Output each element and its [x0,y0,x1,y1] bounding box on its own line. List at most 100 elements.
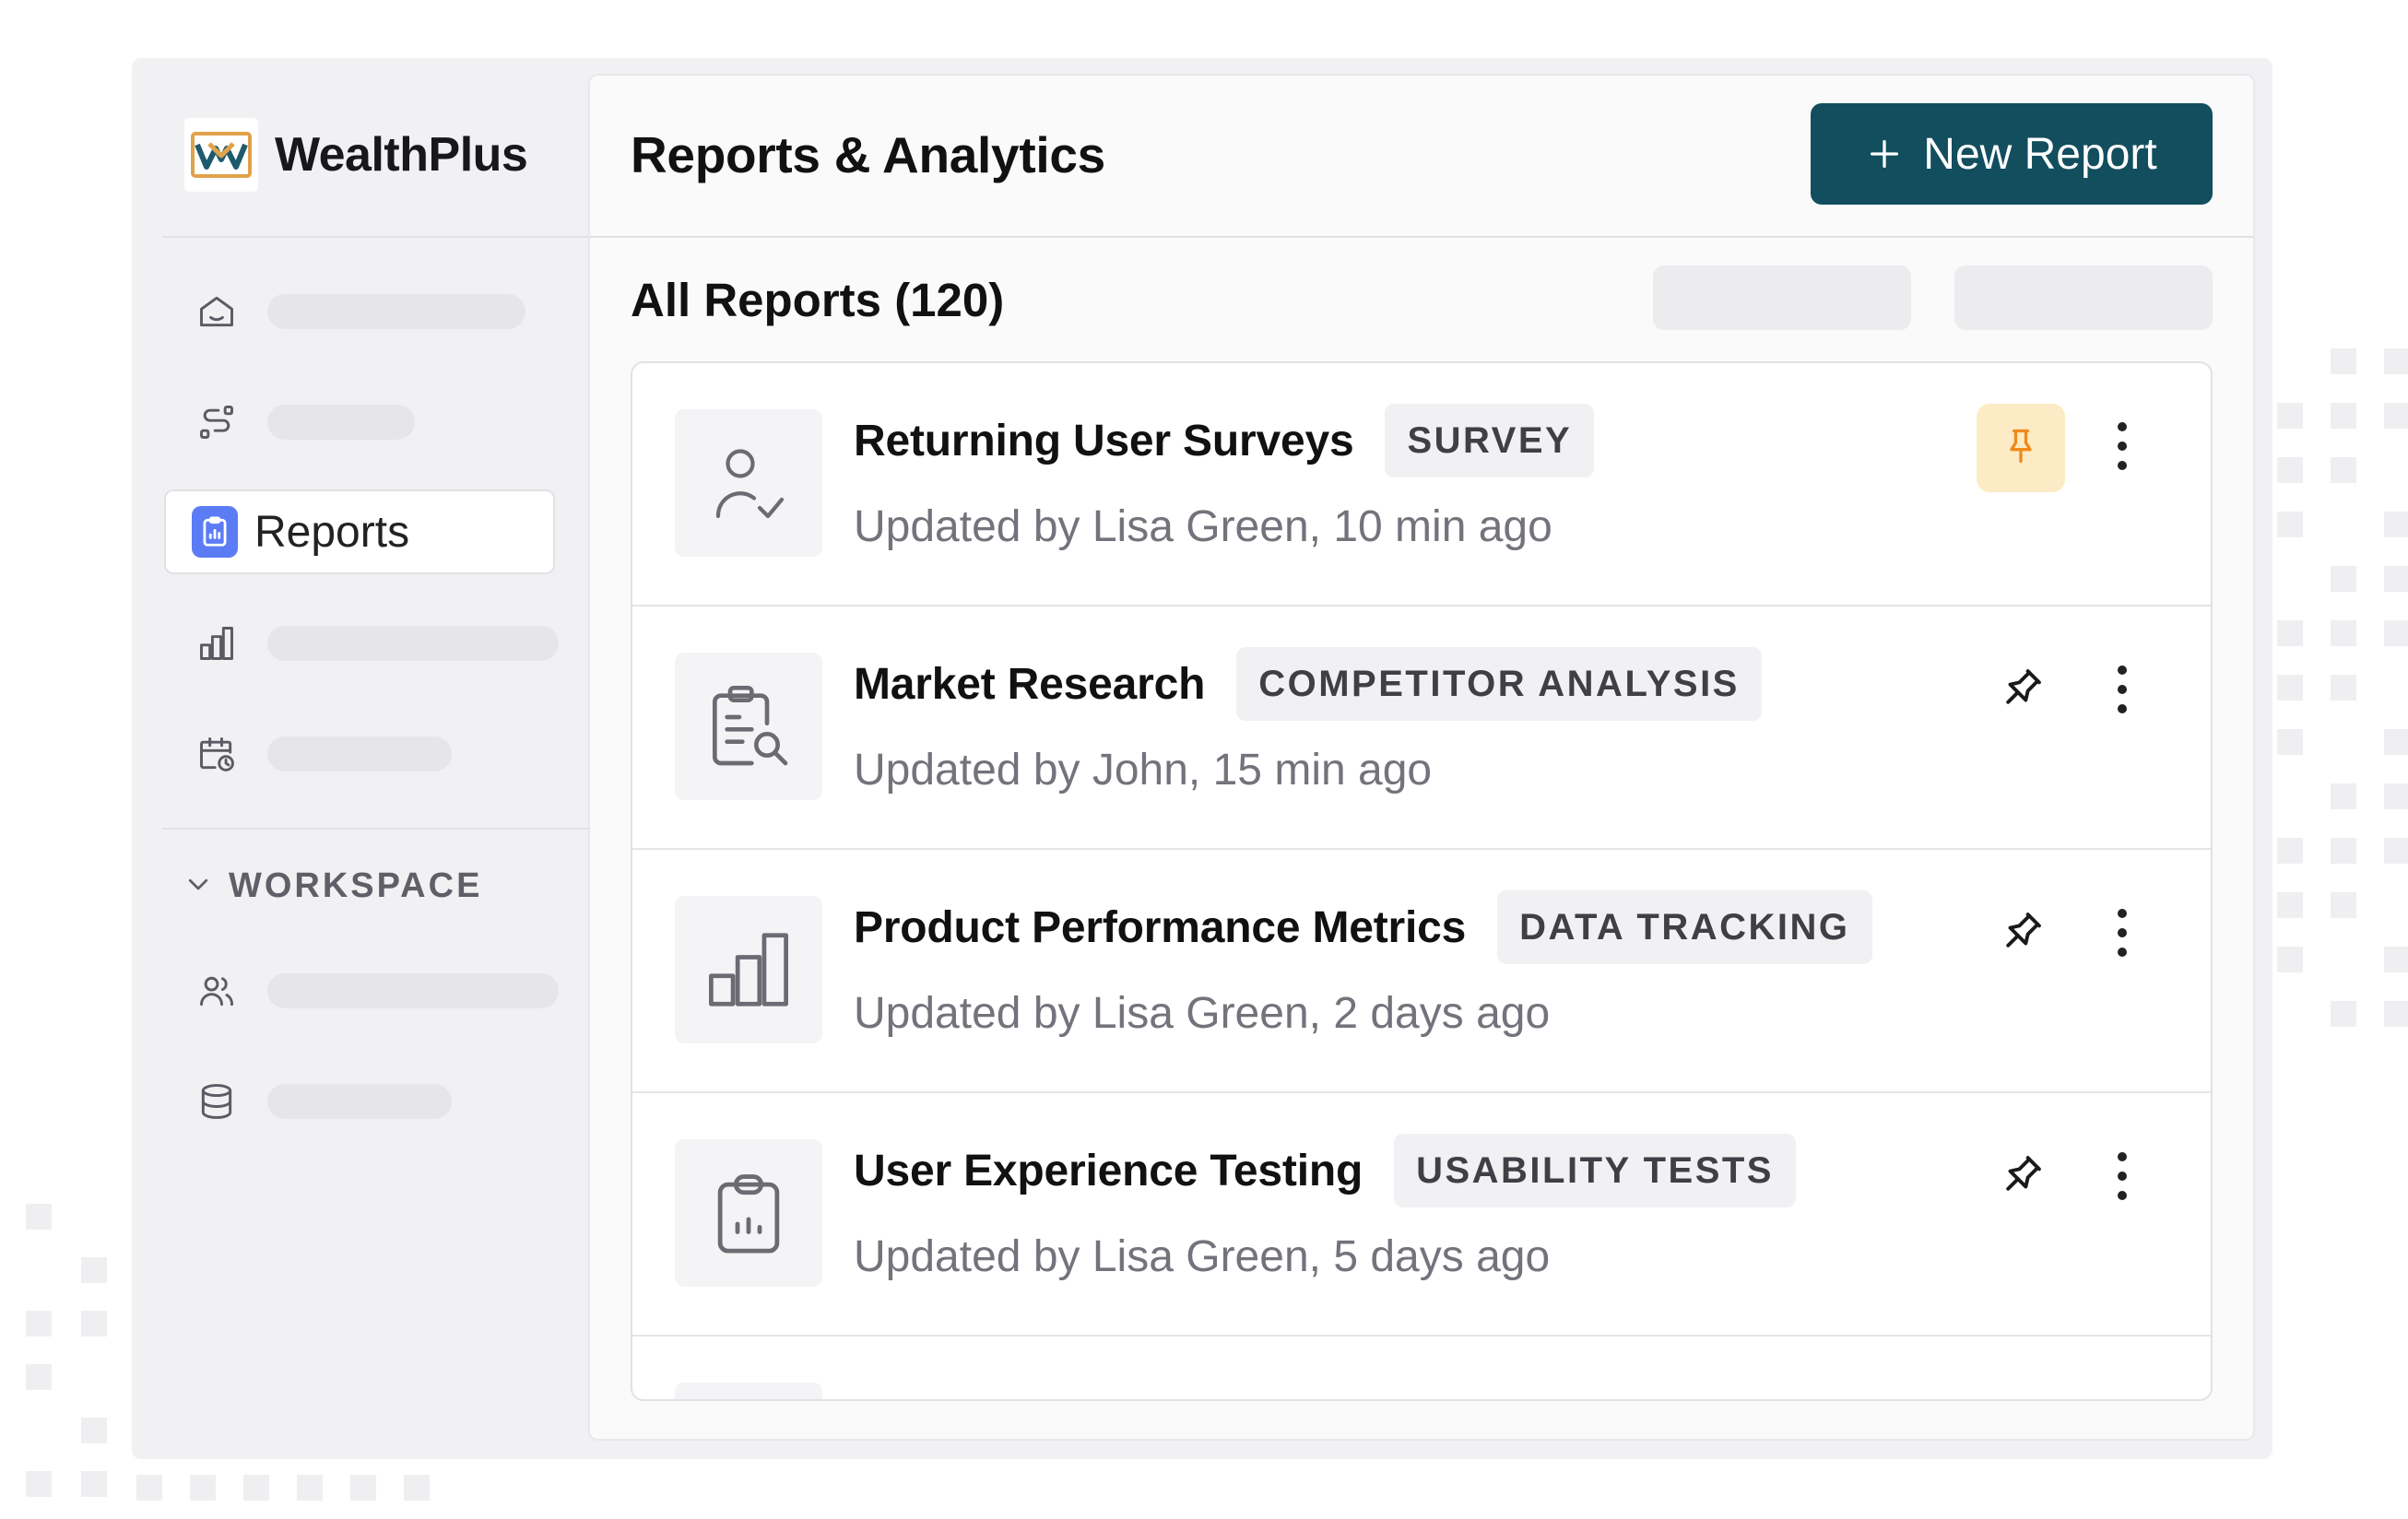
report-thumbnail-placeholder [675,1383,822,1399]
decoration-square [2331,675,2356,701]
report-row[interactable]: Product Performance Metrics DATA TRACKIN… [632,850,2211,1093]
sidebar-item-team[interactable] [162,949,559,1032]
bar-chart-icon [194,620,240,666]
new-report-button[interactable]: New Report [1811,103,2213,205]
workspace-title: WORKSPACE [229,866,483,905]
decoration-square [243,1475,269,1501]
sidebar-divider [162,236,588,238]
sidebar-divider [162,828,588,830]
clipboard-chart-icon [192,506,238,558]
decoration-square [404,1475,430,1501]
pin-button[interactable] [1977,890,2065,979]
nav-label-placeholder [266,973,559,1008]
nav-label-placeholder [266,626,559,661]
decoration-square [81,1311,107,1336]
database-icon [194,1078,240,1125]
pin-button[interactable] [1977,404,2065,492]
toolbar-placeholder-button[interactable] [1653,265,1911,330]
nav-label-placeholder [267,736,452,771]
decoration-square [2331,783,2356,809]
toolbar-placeholder-button[interactable] [1954,265,2213,330]
report-meta: Updated by Lisa Green, 5 days ago [854,1232,1551,1281]
pin-icon [1997,665,2045,718]
calendar-clock-icon [194,731,240,777]
pin-icon [1997,909,2045,961]
bar-chart-icon [675,896,822,1043]
report-meta: Updated by Lisa Green, 2 days ago [854,989,1551,1038]
users-icon [194,968,240,1014]
more-options-button[interactable] [2095,1134,2150,1222]
decoration-square [2384,620,2408,646]
decoration-square [2277,403,2303,429]
more-options-button[interactable] [2095,404,2150,492]
page-title: Reports & Analytics [631,126,1105,183]
decoration-square [297,1475,323,1501]
decoration-square [2277,457,2303,483]
report-tag: DATA TRACKING [1497,890,1872,964]
report-title[interactable]: Returning User Surveys [854,416,1354,466]
report-row-partial[interactable] [632,1336,2211,1399]
decoration-square [81,1418,107,1443]
decoration-square [2331,838,2356,864]
decoration-square [2331,348,2356,374]
decoration-square [136,1475,162,1501]
nav-label-placeholder [267,405,415,440]
decoration-square [2331,892,2356,918]
report-row[interactable]: Market Research COMPETITOR ANALYSIS Upda… [632,606,2211,850]
decoration-square [2331,457,2356,483]
pin-button[interactable] [1977,1134,2065,1222]
decoration-square [81,1257,107,1283]
workspace-section-toggle[interactable]: WORKSPACE [184,866,482,906]
decoration-square [2384,512,2408,537]
report-title[interactable]: Product Performance Metrics [854,902,1466,953]
sidebar-item-reports[interactable]: Reports [164,489,555,574]
decoration-square [26,1311,52,1336]
sidebar-item-routes[interactable] [162,381,559,464]
pin-button[interactable] [1977,647,2065,736]
sidebar-item-data[interactable] [162,1060,559,1143]
new-report-label: New Report [1923,129,2157,179]
decoration-square [2384,947,2408,972]
decoration-square [2277,729,2303,755]
report-list: Returning User Surveys SURVEY Updated by… [631,361,2213,1401]
reports-count-heading: All Reports (120) [631,274,1005,326]
sidebar-item-analytics[interactable] [162,602,559,685]
report-row[interactable]: User Experience Testing USABILITY TESTS … [632,1093,2211,1336]
more-options-button[interactable] [2095,647,2150,736]
more-options-button[interactable] [2095,890,2150,979]
more-vertical-icon [2116,664,2129,720]
decoration-square [26,1364,52,1390]
decoration-square [2384,1001,2408,1027]
report-tag: COMPETITOR ANALYSIS [1236,647,1762,721]
nav-label-placeholder [267,1084,452,1119]
sidebar-item-schedule[interactable] [162,712,559,795]
decoration-square [2331,1001,2356,1027]
report-meta: Updated by Lisa Green, 10 min ago [854,502,1552,551]
more-vertical-icon [2116,420,2129,477]
report-tag: USABILITY TESTS [1394,1134,1796,1207]
header-divider [590,236,2253,238]
decoration-square [2277,892,2303,918]
report-meta: Updated by John, 15 min ago [854,746,1433,795]
decoration-square [190,1475,216,1501]
user-check-icon [675,409,822,557]
decoration-square [2277,838,2303,864]
pin-icon [2001,426,2041,471]
decoration-square [2384,348,2408,374]
decoration-square [2384,566,2408,592]
home-icon [194,288,240,335]
report-title[interactable]: Market Research [854,659,1205,710]
decoration-square [350,1475,376,1501]
decoration-square [2277,675,2303,701]
decoration-square [2331,620,2356,646]
sidebar-item-home[interactable] [162,270,559,353]
sidebar-item-label: Reports [254,507,410,557]
report-tag: SURVEY [1385,404,1595,477]
pin-icon [1997,1152,2045,1205]
report-row[interactable]: Returning User Surveys SURVEY Updated by… [632,363,2211,606]
brand[interactable]: WealthPlus [184,118,528,192]
decoration-square [2277,512,2303,537]
decoration-square [2384,729,2408,755]
report-title[interactable]: User Experience Testing [854,1146,1363,1196]
chevron-down-icon [184,870,212,902]
